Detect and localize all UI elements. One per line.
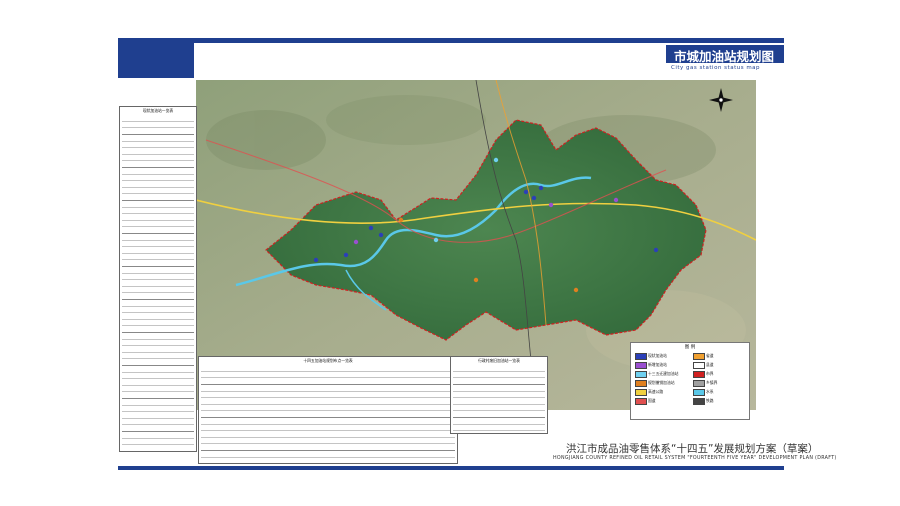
table-title: 行政村废旧加油站一览表 <box>478 358 520 363</box>
map-legend: 图 例 现状加油站 新增加油站 十三五迁建加油站 规划撤销加油站 高速公路 国道… <box>630 342 750 420</box>
page-title: 市城加油站规划图 <box>674 49 775 64</box>
legend-swatch <box>693 362 705 369</box>
legend-item: 新增加油站 <box>635 362 687 369</box>
legend-swatch <box>693 371 705 378</box>
top-rule <box>118 38 784 43</box>
legend-swatch <box>635 362 647 369</box>
table-rows <box>122 115 194 449</box>
legend-swatch <box>635 353 647 360</box>
legend-item: 铁路 <box>693 398 745 405</box>
legend-swatch <box>635 389 647 396</box>
legend-swatch <box>693 389 705 396</box>
legend-swatch <box>635 398 647 405</box>
legend-item: 省道 <box>693 353 745 360</box>
plan-title-cn: 洪江市成品油零售体系“十四五”发展规划方案（草案） <box>566 443 819 455</box>
legend-swatch <box>635 380 647 387</box>
legend-swatch <box>693 353 705 360</box>
planned-stations-table: 十四五加油站规划布点一览表 <box>198 356 458 464</box>
title-banner: 市城加油站规划图 <box>666 45 784 64</box>
legend-item: 市界 <box>693 371 745 378</box>
legend-item: 水系 <box>693 389 745 396</box>
bottom-rule <box>118 466 784 470</box>
legend-item: 乡镇界 <box>693 380 745 387</box>
table-title: 十四五加油站规划布点一览表 <box>303 358 353 363</box>
existing-stations-table: 现状加油站一览表 <box>119 106 197 452</box>
legend-swatch <box>635 371 647 378</box>
table-rows <box>201 365 455 461</box>
page-subtitle: City gas station status map <box>671 65 761 71</box>
corner-accent <box>118 38 194 78</box>
legend-item: 国道 <box>635 398 687 405</box>
village-stations-table: 行政村废旧加油站一览表 <box>450 356 548 434</box>
legend-swatch <box>693 380 705 387</box>
legend-item: 高速公路 <box>635 389 687 396</box>
legend-title: 图 例 <box>684 345 696 350</box>
legend-item: 十三五迁建加油站 <box>635 371 687 378</box>
legend-swatch <box>693 398 705 405</box>
plan-title-en: HONGJIANG COUNTY REFINED OIL RETAIL SYST… <box>553 456 837 461</box>
legend-item: 规划撤销加油站 <box>635 380 687 387</box>
table-rows <box>453 365 545 431</box>
table-title: 现状加油站一览表 <box>142 108 174 113</box>
legend-item: 县道 <box>693 362 745 369</box>
legend-item: 现状加油站 <box>635 353 687 360</box>
